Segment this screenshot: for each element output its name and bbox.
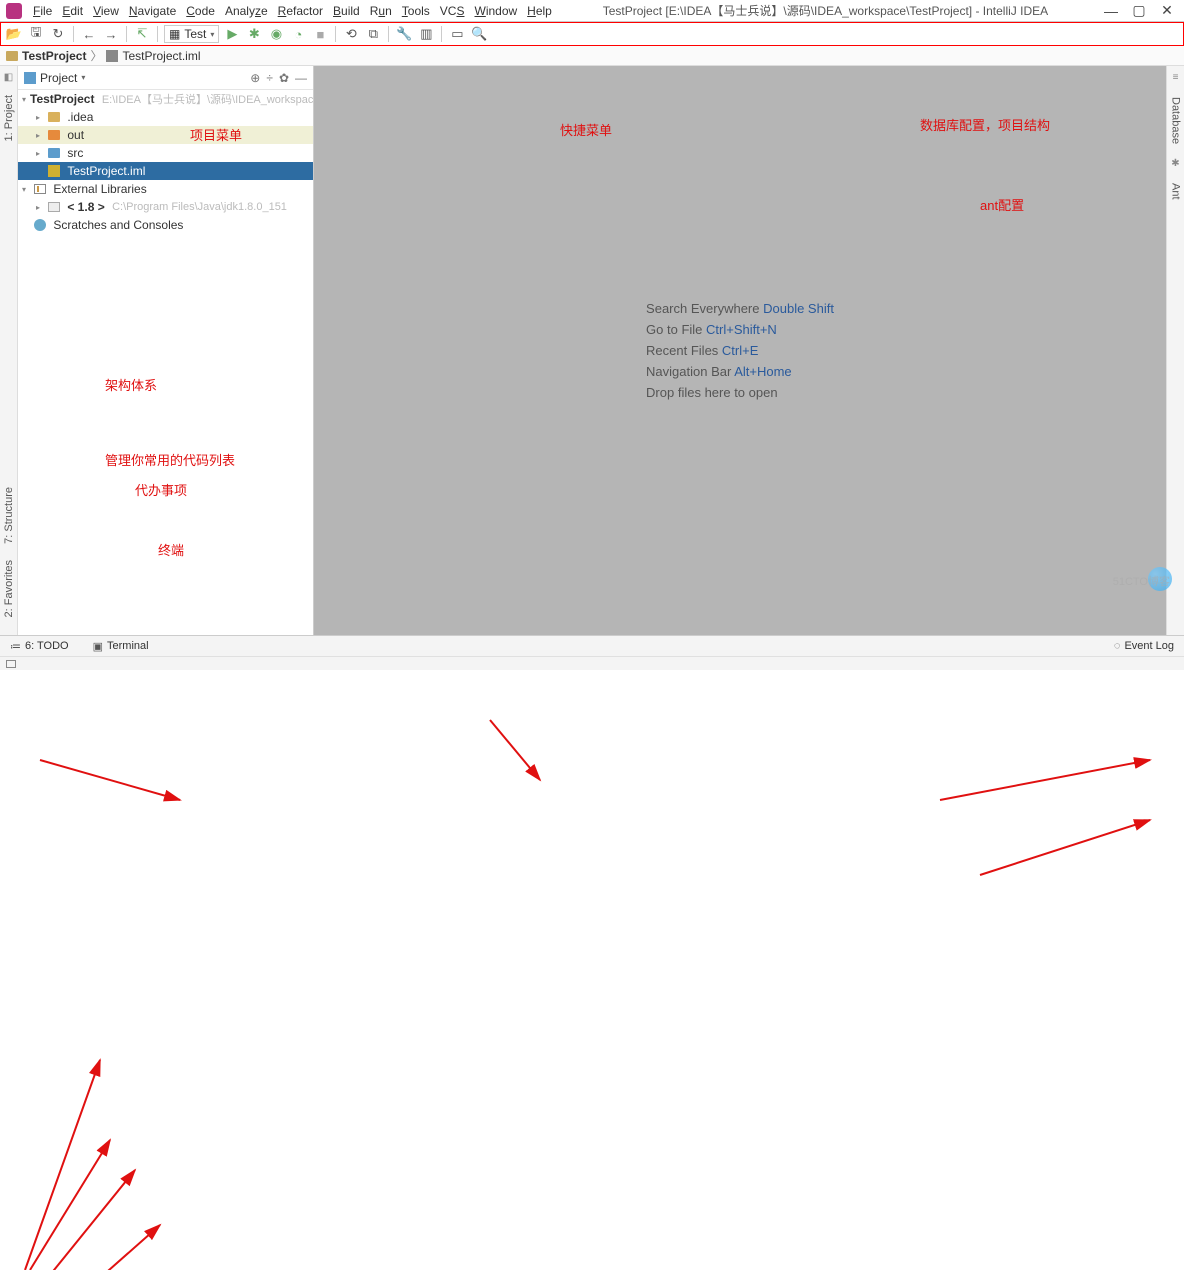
tab-structure[interactable]: 7: Structure	[3, 483, 15, 548]
update-icon[interactable]: ⟲	[342, 25, 360, 43]
gear-icon[interactable]: ✿	[279, 71, 289, 85]
menu-refactor[interactable]: Refactor	[273, 4, 328, 18]
tab-project[interactable]: 1: Project	[3, 91, 15, 145]
project-panel-header: Project ▾ ⊕ ÷ ✿ —	[18, 66, 313, 90]
tree-out[interactable]: ▸ out	[18, 126, 313, 144]
project-panel-icon	[24, 72, 36, 84]
run-config-icon: ▦	[169, 27, 180, 41]
breadcrumb-file[interactable]: TestProject.iml	[122, 49, 200, 63]
save-icon[interactable]: 🖫	[27, 25, 45, 43]
footer-icon[interactable]	[6, 660, 16, 668]
tab-ant[interactable]: Ant	[1170, 179, 1182, 204]
tree-ext-lib[interactable]: ▾ External Libraries	[18, 180, 313, 198]
tree-src[interactable]: ▸ src	[18, 144, 313, 162]
folder-icon	[48, 148, 60, 158]
menu-window[interactable]: Window	[469, 4, 522, 18]
run-config-label: Test	[184, 27, 206, 41]
project-tree[interactable]: ▾ TestProject E:\IDEA【马士兵说】\源码\IDEA_work…	[18, 90, 313, 234]
breadcrumb-root[interactable]: TestProject	[22, 49, 86, 63]
window-title: TestProject [E:\IDEA【马士兵说】\源码\IDEA_works…	[557, 2, 1094, 19]
run-config-selector[interactable]: ▦ Test ▾	[164, 25, 219, 43]
search-icon[interactable]: 🔍	[470, 25, 488, 43]
hide-icon[interactable]: —	[295, 71, 307, 85]
settings-icon[interactable]: 🔧	[395, 25, 413, 43]
minimize-button[interactable]: ―	[1106, 6, 1116, 16]
ant-icon[interactable]: ✱	[1171, 158, 1179, 169]
right-tool-strip: ≡ Database ✱ Ant	[1166, 66, 1184, 635]
menu-build[interactable]: Build	[328, 4, 365, 18]
folder-icon	[48, 112, 60, 122]
menu-code[interactable]: Code	[181, 4, 220, 18]
tab-favorites[interactable]: 2: Favorites	[3, 556, 15, 621]
status-todo[interactable]: ≔6: TODO	[10, 640, 69, 653]
open-icon[interactable]: 📂	[5, 25, 23, 43]
status-bar: ≔6: TODO ▣Terminal ◌Event Log	[0, 635, 1184, 656]
tab-database[interactable]: Database	[1170, 93, 1182, 148]
menu-run[interactable]: Run	[365, 4, 397, 18]
chevron-down-icon[interactable]: ▾	[81, 73, 85, 82]
profile-icon[interactable]: ◔	[289, 25, 307, 43]
menu-edit[interactable]: Edit	[57, 4, 88, 18]
menu-analyze[interactable]: Analyze	[220, 4, 273, 18]
todo-icon: ≔	[10, 640, 21, 653]
main-toolbar: 📂 🖫 ↻ ← → ↸ ▦ Test ▾ ▶ ✱ ◉ ◔ ■ ⟲ ⧉ 🔧 ▥ ▭…	[0, 22, 1184, 46]
library-icon	[34, 184, 46, 194]
forward-icon[interactable]: →	[102, 25, 120, 43]
project-tab-icon[interactable]: ◧	[4, 72, 13, 83]
breadcrumb-separator: 〉	[90, 47, 102, 64]
project-tool-window: Project ▾ ⊕ ÷ ✿ — ▾ TestProject E:\IDEA【…	[18, 66, 314, 635]
stop-icon[interactable]: ■	[311, 25, 329, 43]
annotation-arrows	[0, 670, 1184, 1270]
collapse-icon[interactable]: ÷	[266, 71, 273, 85]
file-icon	[48, 165, 60, 177]
jdk-icon	[48, 202, 60, 212]
device-icon[interactable]: ▭	[448, 25, 466, 43]
menu-vcs[interactable]: VCS	[435, 4, 470, 18]
tree-idea[interactable]: ▸ .idea	[18, 108, 313, 126]
project-structure-icon[interactable]: ▥	[417, 25, 435, 43]
menu-view[interactable]: View	[88, 4, 124, 18]
navigation-bar[interactable]: TestProject 〉 TestProject.iml	[0, 46, 1184, 66]
refresh-icon[interactable]: ↻	[49, 25, 67, 43]
db-icon[interactable]: ≡	[1173, 72, 1179, 83]
editor-hints: Search Everywhere Double Shift Go to Fil…	[646, 295, 834, 406]
tree-scratches[interactable]: Scratches and Consoles	[18, 216, 313, 234]
back-icon[interactable]: ←	[80, 25, 98, 43]
terminal-icon: ▣	[93, 640, 103, 653]
target-icon[interactable]: ⊕	[250, 71, 260, 85]
menu-tools[interactable]: Tools	[397, 4, 435, 18]
close-button[interactable]: ✕	[1162, 6, 1172, 16]
left-tool-strip: ◧ 1: Project 7: Structure 2: Favorites	[0, 66, 18, 635]
project-panel-title[interactable]: Project	[40, 71, 77, 85]
footer-bar	[0, 656, 1184, 670]
menu-help[interactable]: Help	[522, 4, 557, 18]
editor-empty-state[interactable]: Search Everywhere Double Shift Go to Fil…	[314, 66, 1166, 635]
build-icon[interactable]: ↸	[133, 25, 151, 43]
status-event-log[interactable]: ◌Event Log	[1114, 640, 1174, 652]
eventlog-icon: ◌	[1114, 640, 1121, 652]
commit-icon[interactable]: ⧉	[364, 25, 382, 43]
menu-bar: File Edit View Navigate Code Analyze Ref…	[0, 0, 1184, 22]
file-icon	[106, 50, 118, 62]
scratch-icon	[34, 219, 46, 231]
menu-file[interactable]: File	[28, 4, 57, 18]
tree-iml[interactable]: TestProject.iml	[18, 162, 313, 180]
run-icon[interactable]: ▶	[223, 25, 241, 43]
tree-root[interactable]: ▾ TestProject E:\IDEA【马士兵说】\源码\IDEA_work…	[18, 90, 313, 108]
tree-jdk[interactable]: ▸ < 1.8 > C:\Program Files\Java\jdk1.8.0…	[18, 198, 313, 216]
status-terminal[interactable]: ▣Terminal	[93, 640, 149, 653]
app-icon	[6, 3, 22, 19]
watermark: 51CTO博客	[1113, 573, 1170, 589]
coverage-icon[interactable]: ◉	[267, 25, 285, 43]
menu-navigate[interactable]: Navigate	[124, 4, 181, 18]
window-buttons: ― ▢ ✕	[1094, 6, 1184, 16]
maximize-button[interactable]: ▢	[1134, 6, 1144, 16]
folder-icon	[6, 51, 18, 61]
folder-icon	[48, 130, 60, 140]
chevron-down-icon: ▾	[210, 30, 214, 39]
debug-icon[interactable]: ✱	[245, 25, 263, 43]
